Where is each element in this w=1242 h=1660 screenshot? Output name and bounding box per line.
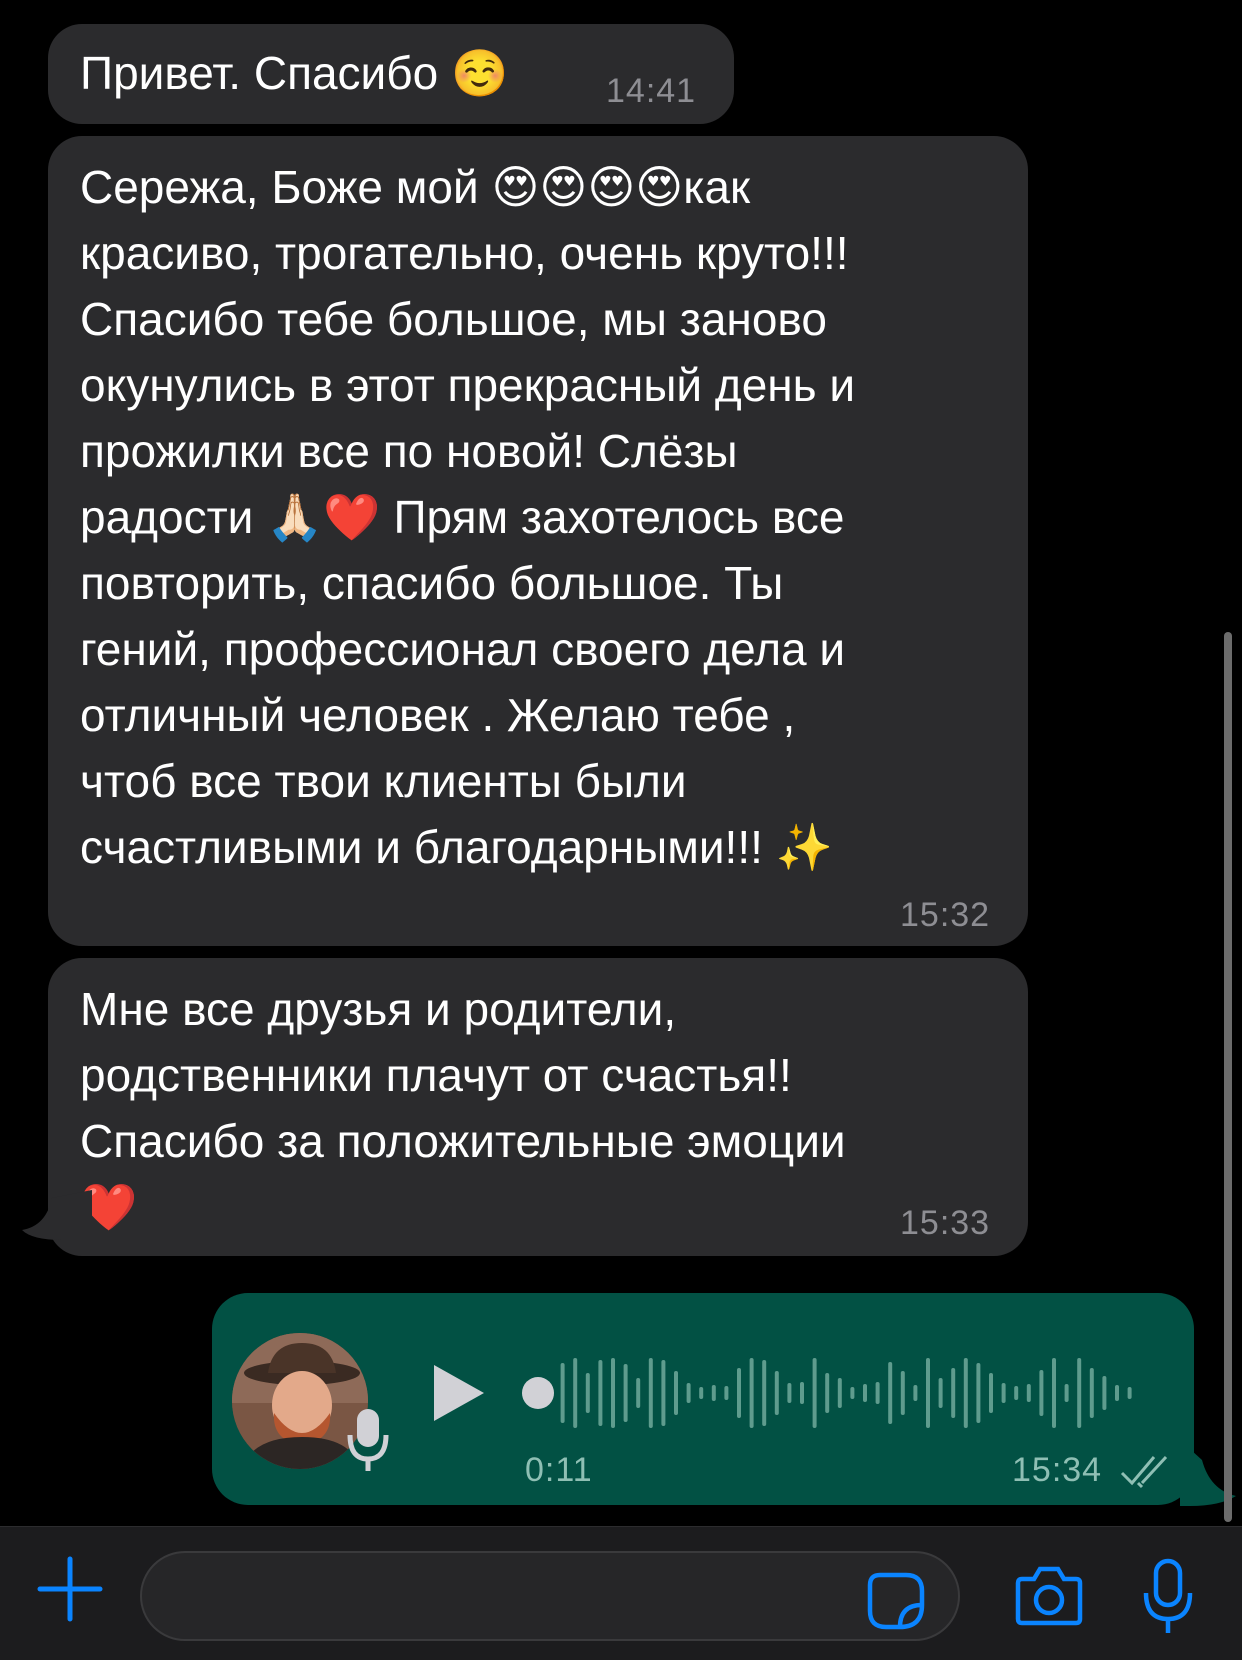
playback-position-knob[interactable] bbox=[522, 1377, 554, 1409]
waveform-bar bbox=[762, 1360, 767, 1426]
waveform-bar bbox=[573, 1358, 578, 1428]
microphone-badge-icon bbox=[347, 1409, 389, 1471]
waveform-bar bbox=[951, 1368, 956, 1418]
waveform-bar bbox=[1089, 1368, 1094, 1418]
waveform-bar bbox=[711, 1385, 716, 1401]
waveform-bar bbox=[737, 1368, 741, 1418]
voice-duration: 0:11 bbox=[525, 1451, 593, 1489]
camera-icon[interactable] bbox=[1014, 1565, 1084, 1627]
waveform-bar bbox=[863, 1384, 867, 1402]
waveform-bar bbox=[1026, 1384, 1031, 1402]
waveform-bar bbox=[699, 1387, 704, 1399]
incoming-message[interactable]: Мне все друзья и родители, родственники … bbox=[48, 958, 1028, 1256]
waveform-bar bbox=[623, 1364, 628, 1422]
waveform-bar bbox=[674, 1371, 678, 1415]
waveform-bar bbox=[976, 1363, 981, 1423]
waveform-bar bbox=[989, 1373, 993, 1413]
waveform-bar bbox=[749, 1358, 754, 1428]
incoming-message[interactable]: Сережа, Боже мой 😍😍😍😍как красиво, трогат… bbox=[48, 136, 1028, 946]
waveform-bar bbox=[850, 1387, 855, 1399]
message-time: 15:32 bbox=[900, 896, 991, 934]
waveform-bar bbox=[1039, 1370, 1044, 1416]
waveform-bar bbox=[611, 1358, 615, 1428]
waveform-bar bbox=[800, 1382, 804, 1404]
plus-icon[interactable] bbox=[36, 1555, 104, 1623]
waveform-bar bbox=[1127, 1387, 1132, 1399]
waveform-bar bbox=[825, 1373, 830, 1413]
waveform-bar bbox=[774, 1371, 779, 1415]
waveform-bar bbox=[1077, 1358, 1082, 1428]
waveform-bar bbox=[1014, 1386, 1019, 1400]
voice-waveform[interactable] bbox=[522, 1347, 1162, 1439]
waveform-bar bbox=[837, 1378, 842, 1408]
message-time: 14:41 bbox=[606, 72, 697, 110]
message-text: Сережа, Боже мой 😍😍😍😍как красиво, трогат… bbox=[80, 161, 856, 873]
waveform-bar bbox=[875, 1382, 880, 1404]
waveform-bar bbox=[1102, 1376, 1107, 1410]
waveform-bar bbox=[686, 1383, 691, 1403]
scrollbar[interactable] bbox=[1224, 632, 1232, 1522]
waveform-bar bbox=[585, 1373, 590, 1413]
waveform-bar bbox=[1052, 1358, 1056, 1428]
message-input[interactable] bbox=[140, 1551, 960, 1641]
waveform-bar bbox=[648, 1358, 653, 1428]
waveform-bar bbox=[787, 1383, 792, 1403]
double-check-icon bbox=[1120, 1455, 1168, 1489]
chat-area: Привет. Спасибо ☺️ 14:41 Сережа, Боже мо… bbox=[0, 0, 1242, 1526]
waveform-bar bbox=[636, 1378, 641, 1408]
waveform-bar bbox=[1001, 1383, 1006, 1403]
waveform-bar bbox=[560, 1363, 565, 1423]
message-time: 15:34 bbox=[1012, 1451, 1103, 1489]
message-input-bar bbox=[0, 1526, 1242, 1660]
waveform-bar bbox=[812, 1358, 817, 1428]
sticker-icon[interactable] bbox=[866, 1571, 926, 1631]
waveform-bar bbox=[926, 1358, 930, 1428]
waveform-bar bbox=[724, 1386, 729, 1400]
message-text: Мне все друзья и родители, родственники … bbox=[80, 983, 846, 1233]
waveform-bar bbox=[938, 1378, 943, 1408]
microphone-icon[interactable] bbox=[1142, 1557, 1194, 1637]
play-icon[interactable] bbox=[430, 1361, 488, 1425]
waveform-bar bbox=[888, 1362, 893, 1424]
waveform-bar bbox=[1115, 1385, 1119, 1401]
message-time: 15:33 bbox=[900, 1204, 991, 1242]
waveform-bar bbox=[913, 1385, 918, 1401]
bubble-tail bbox=[22, 1190, 92, 1240]
outgoing-voice-message[interactable]: 0:11 15:34 bbox=[212, 1293, 1194, 1505]
waveform-bar bbox=[1064, 1384, 1069, 1402]
waveform-bar bbox=[900, 1371, 905, 1415]
waveform-bar bbox=[661, 1360, 666, 1426]
waveform-bar bbox=[598, 1360, 603, 1426]
waveform-bar bbox=[963, 1358, 968, 1428]
incoming-message[interactable]: Привет. Спасибо ☺️ 14:41 bbox=[48, 24, 734, 124]
